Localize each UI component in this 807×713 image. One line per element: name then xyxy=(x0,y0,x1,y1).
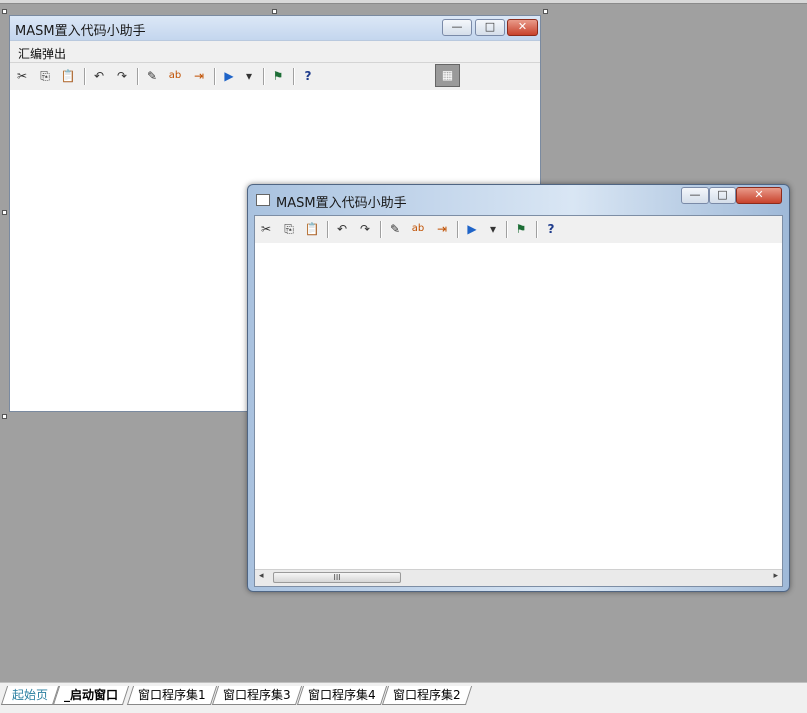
menu-item-assembly-popup[interactable]: 汇编弹出 xyxy=(18,45,66,62)
top-ruler xyxy=(0,0,807,4)
undo-icon[interactable]: ↶ xyxy=(90,67,108,85)
resize-handle[interactable] xyxy=(272,9,277,14)
highlight-icon[interactable]: ✎ xyxy=(143,67,161,85)
dropdown-icon[interactable]: ▾ xyxy=(484,220,502,238)
tab-window-assembly-3[interactable]: 窗口程序集3 xyxy=(211,686,302,705)
scroll-left-button[interactable]: ◂ xyxy=(259,571,264,581)
toolbar-separator xyxy=(457,221,459,238)
toolbar-separator xyxy=(506,221,508,238)
toolbar-separator xyxy=(327,221,329,238)
dropdown-icon[interactable]: ▾ xyxy=(240,67,258,85)
palette-icon[interactable]: ▦ xyxy=(435,64,460,87)
horizontal-scrollbar[interactable]: ◂ III ▸ xyxy=(255,569,782,586)
tab-label: 窗口程序集1 xyxy=(138,688,206,702)
tab-label: 窗口程序集4 xyxy=(308,688,376,702)
undo-icon[interactable]: ↶ xyxy=(333,220,351,238)
replace-icon[interactable]: ab xyxy=(409,220,427,238)
designer-form-titlebar[interactable]: MASM置入代码小助手 — □ ✕ xyxy=(10,16,540,41)
toolbar-separator xyxy=(263,68,265,85)
tab-label: _启动窗口 xyxy=(64,688,119,702)
copy-icon[interactable]: ⎘ xyxy=(280,220,298,238)
tab-label: 窗口程序集2 xyxy=(393,688,461,702)
replace-icon[interactable]: ab xyxy=(166,67,184,85)
resize-handle[interactable] xyxy=(2,210,7,215)
resize-handle[interactable] xyxy=(543,9,548,14)
scroll-right-button[interactable]: ▸ xyxy=(773,571,778,581)
tab-label: 起始页 xyxy=(12,688,49,702)
resize-handle[interactable] xyxy=(2,9,7,14)
help-icon[interactable]: ? xyxy=(299,67,317,85)
maximize-button[interactable]: □ xyxy=(709,187,736,204)
toolbar-separator xyxy=(380,221,382,238)
tab-startup-window[interactable]: _启动窗口 xyxy=(52,686,130,705)
run-icon[interactable]: ▶ xyxy=(463,220,481,238)
run-window-toolbar: ✂ ⎘ 📋 ↶ ↷ ✎ ab ⇥ ▶ ▾ ⚑ ? xyxy=(255,216,782,243)
minimize-button[interactable]: — xyxy=(442,19,472,36)
run-window-title: MASM置入代码小助手 xyxy=(276,196,407,211)
toolbar-separator xyxy=(293,68,295,85)
resize-handle[interactable] xyxy=(2,414,7,419)
toolbar-separator xyxy=(84,68,86,85)
copy-icon[interactable]: ⎘ xyxy=(36,67,54,85)
run-window-client: ✂ ⎘ 📋 ↶ ↷ ✎ ab ⇥ ▶ ▾ ⚑ ? ◂ III ▸ xyxy=(254,215,783,587)
tab-start-page[interactable]: 起始页 xyxy=(0,686,60,705)
tab-window-assembly-1[interactable]: 窗口程序集1 xyxy=(126,686,217,705)
flag-icon[interactable]: ⚑ xyxy=(512,220,530,238)
document-tab-strip: 起始页 _启动窗口 窗口程序集1 窗口程序集3 窗口程序集4 窗口程序集2 xyxy=(0,682,807,713)
run-icon[interactable]: ▶ xyxy=(220,67,238,85)
maximize-button[interactable]: □ xyxy=(475,19,505,36)
toolbar-separator xyxy=(214,68,216,85)
paste-icon[interactable]: 📋 xyxy=(59,67,77,85)
redo-icon[interactable]: ↷ xyxy=(356,220,374,238)
close-button[interactable]: ✕ xyxy=(507,19,538,36)
minimize-button[interactable]: — xyxy=(681,187,709,204)
help-icon[interactable]: ? xyxy=(542,220,560,238)
flag-icon[interactable]: ⚑ xyxy=(269,67,287,85)
redo-icon[interactable]: ↷ xyxy=(113,67,131,85)
indent-icon[interactable]: ⇥ xyxy=(190,67,208,85)
toolbar-separator xyxy=(536,221,538,238)
close-button[interactable]: ✕ xyxy=(736,187,782,204)
paste-icon[interactable]: 📋 xyxy=(303,220,321,238)
cut-icon[interactable]: ✂ xyxy=(13,67,31,85)
window-icon xyxy=(256,194,270,206)
tab-label: 窗口程序集3 xyxy=(223,688,291,702)
tab-window-assembly-2[interactable]: 窗口程序集2 xyxy=(381,686,472,705)
scroll-thumb[interactable]: III xyxy=(273,572,401,583)
designer-toolbar: ✂ ⎘ 📋 ↶ ↷ ✎ ab ⇥ ▶ ▾ ⚑ ? xyxy=(10,63,540,90)
designer-form-title: MASM置入代码小助手 xyxy=(15,24,146,39)
run-window[interactable]: MASM置入代码小助手 — □ ✕ ✂ ⎘ 📋 ↶ ↷ ✎ ab ⇥ ▶ ▾ ⚑… xyxy=(247,184,790,592)
menu-bar: 汇编弹出 xyxy=(10,41,540,63)
cut-icon[interactable]: ✂ xyxy=(257,220,275,238)
indent-icon[interactable]: ⇥ xyxy=(433,220,451,238)
highlight-icon[interactable]: ✎ xyxy=(386,220,404,238)
toolbar-separator xyxy=(137,68,139,85)
tab-window-assembly-4[interactable]: 窗口程序集4 xyxy=(296,686,387,705)
